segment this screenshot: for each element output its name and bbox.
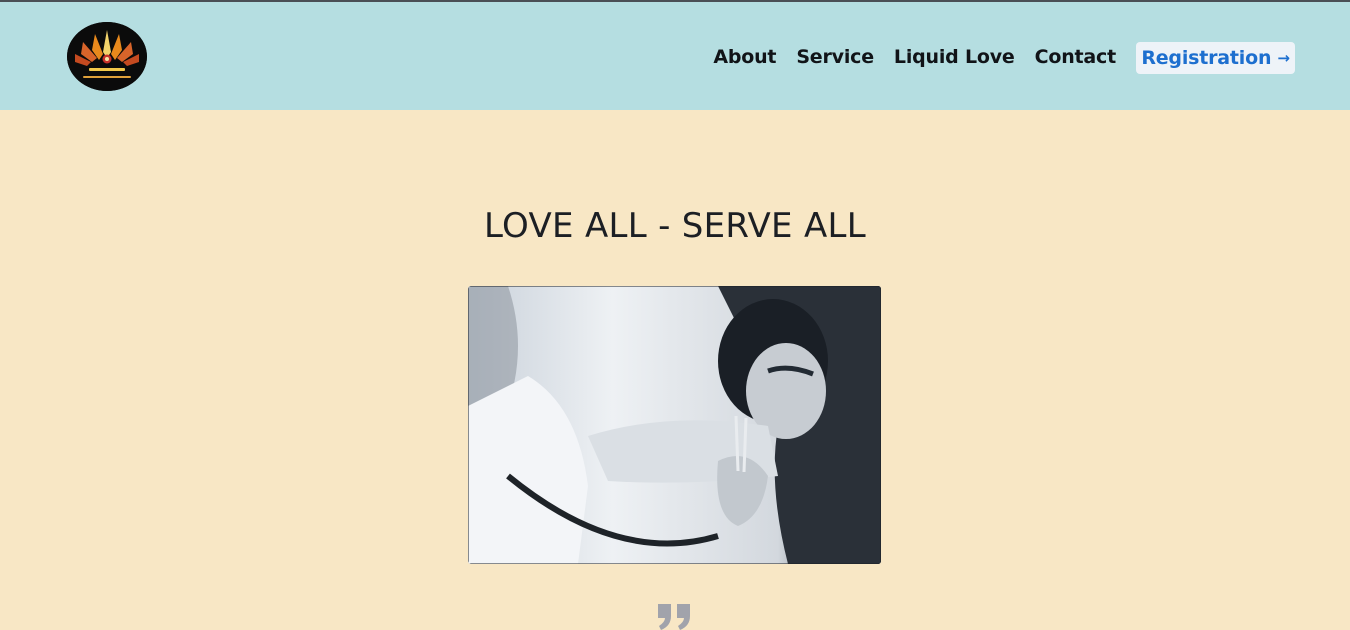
site-logo[interactable] [67, 22, 147, 91]
registration-label: Registration [1141, 47, 1272, 69]
quote-icon [655, 586, 695, 630]
lotus-logo-icon [67, 22, 147, 91]
nav-contact[interactable]: Contact [1035, 46, 1117, 68]
main-nav: About Service Liquid Love Contact [713, 46, 1116, 68]
nav-liquid-love[interactable]: Liquid Love [894, 46, 1015, 68]
registration-button[interactable]: Registration → [1136, 42, 1295, 74]
page-headline: LOVE ALL - SERVE ALL [484, 206, 866, 246]
hero-photo [468, 286, 881, 564]
navbar: About Service Liquid Love Contact Regist… [0, 2, 1350, 110]
doctor-stethoscope-photo [468, 286, 881, 564]
nav-about[interactable]: About [713, 46, 776, 68]
arrow-right-icon: → [1277, 49, 1290, 67]
nav-service[interactable]: Service [796, 46, 874, 68]
